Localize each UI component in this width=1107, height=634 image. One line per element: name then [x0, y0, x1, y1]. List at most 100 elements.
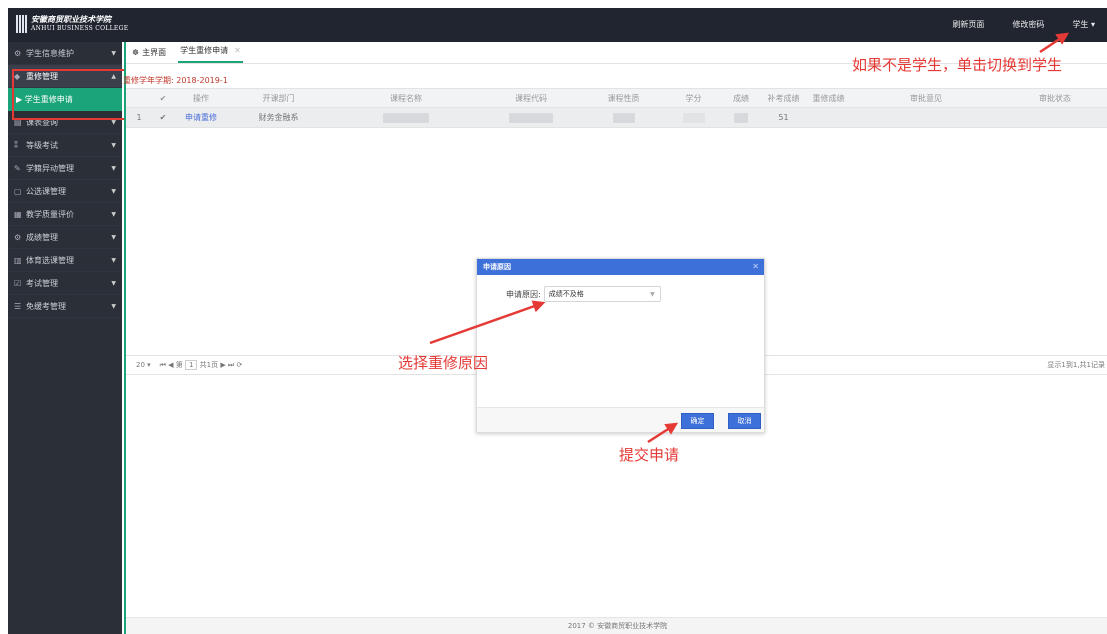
header-cell: 审批意见 [910, 93, 942, 103]
chevron-down-icon: ▼ [111, 256, 116, 264]
sidebar-item-label: 教学质量评价 [26, 209, 74, 219]
dialog-footer: 确定 取消 [477, 407, 764, 432]
reason-select[interactable]: 成绩不及格 ▼ [543, 286, 661, 302]
apply-retake-link[interactable]: 申请重修 [176, 108, 226, 127]
course-name-redacted [331, 108, 481, 127]
next-last-refresh-buttons[interactable]: 共1页 ▶ ⏭ ⟳ [200, 360, 243, 370]
refresh-page-link[interactable]: 刷新页面 [952, 19, 984, 30]
header-cell: 成绩 [733, 93, 749, 103]
tab-label: 主界面 [142, 48, 167, 57]
calendar-icon: ▤ [14, 117, 22, 127]
tab-home[interactable]: ☸ 主界面 [130, 47, 168, 63]
close-icon[interactable]: ✕ [752, 259, 759, 275]
chevron-down-icon: ▼ [111, 210, 116, 218]
table-row[interactable]: 1 ✔ 申请重修 财务金融系 51 [126, 108, 1107, 128]
document-icon: ▢ [14, 186, 22, 196]
page-size-select[interactable]: 20 ▾ [136, 361, 151, 369]
sidebar-item-pe-course[interactable]: ▥ 体育选课管理 ▼ [8, 249, 122, 272]
tab-retake-apply[interactable]: 学生重修申请 ✕ [178, 45, 243, 63]
cancel-button[interactable]: 取消 [728, 413, 761, 429]
tab-label: 学生重修申请 [180, 46, 229, 55]
sidebar-item-timetable[interactable]: ▤ 课表查询 ▼ [8, 111, 122, 134]
graduation-cap-icon: ◆ [14, 71, 21, 81]
chevron-down-icon: ▼ [111, 187, 116, 195]
table-header: ✔ 操作 开课部门 课程名称 课程代码 课程性质 学分 成绩 补考成绩 重修成绩… [126, 88, 1107, 108]
sidebar-item-label: 学生信息维护 [26, 48, 74, 58]
chevron-down-icon: ▼ [111, 279, 116, 287]
list-icon: ▥ [14, 255, 22, 265]
reason-selected-value: 成绩不及格 [548, 290, 584, 298]
sidebar-item-retake[interactable]: ◆ 重修管理 ▲ [8, 65, 122, 88]
dept-cell: 财务金融系 [258, 113, 299, 122]
chevron-down-icon: ▼ [650, 290, 655, 298]
header-cell: 重修成绩 [812, 93, 845, 103]
reason-field-row: 申请原因: 成绩不及格 ▼ [506, 286, 661, 302]
header-cell: 操作 [193, 93, 209, 103]
chevron-down-icon: ▼ [111, 233, 116, 241]
sidebar-item-level-exam[interactable]: ⁑ 等级考试 ▼ [8, 134, 122, 157]
chevron-down-icon: ▼ [111, 141, 116, 149]
sidebar-item-label: 重修管理 [26, 71, 58, 81]
sidebar-item-label: 免缓考管理 [26, 301, 66, 311]
header-cell: 课程名称 [390, 93, 422, 103]
reason-label: 申请原因: [506, 289, 541, 299]
header-cell: 补考成绩 [767, 93, 800, 103]
checkbox-icon: ☑ [14, 278, 22, 288]
sidebar-item-status-change[interactable]: ✎ 学籍异动管理 ▼ [8, 157, 122, 180]
sidebar-item-label: 课表查询 [26, 117, 58, 127]
chevron-down-icon: ▼ [111, 302, 116, 310]
row-index: 1 [136, 113, 142, 122]
sidebar-item-teaching-eval[interactable]: ▦ 教学质量评价 ▼ [8, 203, 122, 226]
sidebar-item-label: 学籍异动管理 [26, 163, 74, 173]
logo-mark-icon [16, 15, 27, 33]
credit-redacted [666, 108, 721, 127]
row-checkbox[interactable]: ✔ [150, 108, 176, 127]
confirm-button[interactable]: 确定 [681, 413, 714, 429]
sidebar-item-exam[interactable]: ☑ 考试管理 ▼ [8, 272, 122, 295]
header-cell: 学分 [685, 93, 702, 103]
course-type-redacted [581, 108, 666, 127]
change-password-link[interactable]: 修改密码 [1012, 19, 1044, 30]
header-cell: 课程性质 [607, 93, 640, 103]
app-root: 安徽商贸职业技术学院 ANHUI BUSINESS COLLEGE 刷新页面 修… [0, 0, 1107, 634]
sidebar-item-exam-exemption[interactable]: ☰ 免缓考管理 ▼ [8, 295, 122, 318]
header-select-all-checkbox[interactable]: ✔ [150, 89, 176, 107]
sidebar-subitem-label: 学生重修申请 [24, 95, 73, 104]
role-switch-dropdown[interactable]: 学生 ▾ [1072, 19, 1095, 30]
first-prev-page-buttons[interactable]: ⏮ ◀ 第 [160, 360, 183, 370]
annotation-submit: 提交申请 [619, 446, 680, 464]
annotation-switch-role: 如果不是学生，单击切换到学生 [852, 56, 1063, 74]
pagination-summary: 显示1到1,共1记录 [1047, 361, 1105, 369]
chevron-up-icon: ▲ [111, 72, 116, 80]
logo-chinese-name: 安徽商贸职业技术学院 [31, 14, 111, 24]
menu-icon: ☰ [14, 301, 22, 311]
sidebar-item-label: 等级考试 [26, 140, 58, 150]
chevron-down-icon: ▼ [111, 164, 116, 172]
header-cell: 课程代码 [515, 93, 547, 103]
dashboard-icon: ☸ [132, 48, 140, 57]
page-number-input[interactable]: 1 [184, 360, 198, 370]
settings-icon: ⚙ [14, 232, 22, 242]
sidebar-subitem-retake-apply[interactable]: ▶ 学生重修申请 [8, 88, 122, 111]
close-icon[interactable]: ✕ [234, 46, 241, 55]
reason-dialog: 申请原因 ✕ 申请原因: 成绩不及格 ▼ 确定 取消 [476, 258, 765, 433]
sidebar: ⚙ 学生信息维护 ▼ ◆ 重修管理 ▲ ▶ 学生重修申请 ▤ 课表查询 ▼ ⁑ 等级考试 ▼ ✎… [8, 42, 122, 634]
retake-table: ✔ 操作 开课部门 课程名称 课程代码 课程性质 学分 成绩 补考成绩 重修成绩… [126, 88, 1107, 128]
sidebar-item-grades[interactable]: ⚙ 成绩管理 ▼ [8, 226, 122, 249]
logo-english-name: ANHUI BUSINESS COLLEGE [31, 25, 129, 32]
sidebar-item-elective[interactable]: ▢ 公选课管理 ▼ [8, 180, 122, 203]
term-label: 重修学年学期: 2018-2019-1 [123, 76, 228, 85]
gear-icon: ⚙ [14, 48, 22, 58]
sidebar-item-label: 成绩管理 [26, 232, 58, 242]
footer-copyright: 2017 © 安徽商贸职业技术学院 [126, 617, 1107, 634]
score-redacted [721, 108, 761, 127]
sidebar-item-label: 体育选课管理 [26, 255, 74, 265]
table-icon: ▦ [14, 209, 22, 219]
pencil-icon: ✎ [14, 163, 21, 173]
sidebar-item-student-info[interactable]: ⚙ 学生信息维护 ▼ [8, 42, 122, 65]
chart-icon: ⁑ [14, 140, 18, 150]
course-code-redacted [481, 108, 581, 127]
header-cell: 开课部门 [262, 93, 295, 103]
sidebar-item-label: 考试管理 [26, 278, 58, 288]
annotation-select-reason: 选择重修原因 [398, 354, 489, 372]
